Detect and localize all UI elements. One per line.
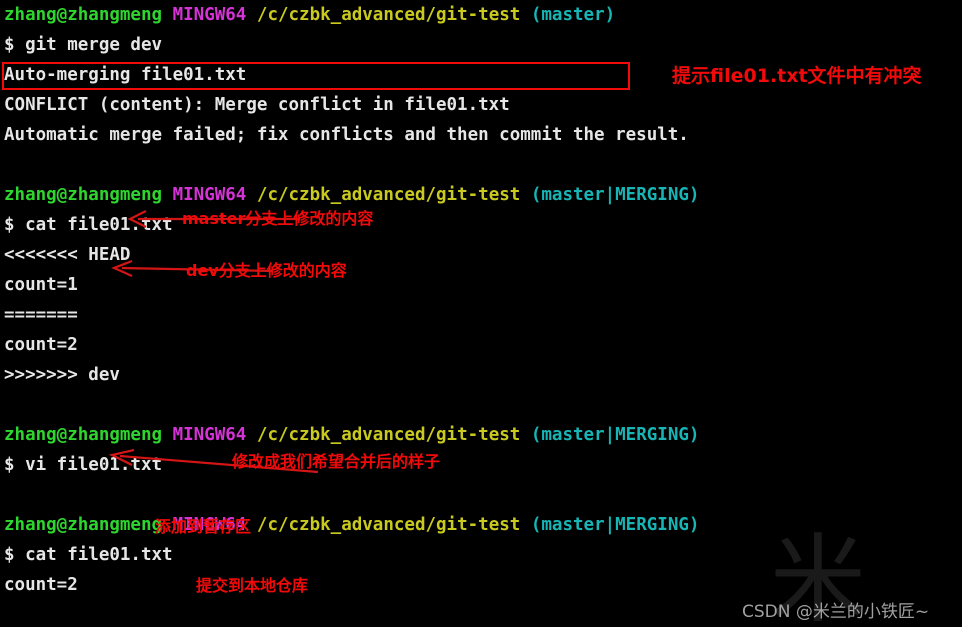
terminal-output: zhang@zhangmeng MINGW64 /c/czbk_advanced… (4, 0, 962, 627)
output-line: count=2 (4, 335, 78, 355)
command-line: $ cat file01.txt (4, 215, 173, 235)
prompt-line: zhang@zhangmeng MINGW64 /c/czbk_advanced… (4, 0, 962, 30)
prompt-host: MINGW64 (172, 185, 247, 205)
prompt-branch: (master|MERGING) (530, 425, 700, 445)
prompt-path: /c/czbk_advanced/git-test (256, 425, 521, 445)
prompt-path: /c/czbk_advanced/git-test (256, 515, 521, 535)
terminal-window: 米 zhang@zhangmeng MINGW64 /c/czbk_advanc… (0, 0, 962, 627)
output-line: ======= (4, 305, 78, 325)
prompt-user: zhang@zhangmeng (4, 5, 163, 25)
prompt-host: MINGW64 (172, 5, 247, 25)
prompt-host: MINGW64 (172, 425, 247, 445)
command-line: $ vi file01.txt (4, 455, 163, 475)
prompt-line: zhang@zhangmeng MINGW64 /c/czbk_advanced… (4, 420, 962, 450)
prompt-branch: (master|MERGING) (530, 515, 700, 535)
prompt-branch: (master) (530, 5, 616, 25)
output-line: count=1 (4, 275, 78, 295)
prompt-host: MINGW64 (172, 515, 247, 535)
output-line: >>>>>>> dev (4, 365, 120, 385)
command-line: $ cat file01.txt (4, 545, 173, 565)
output-line: <<<<<<< HEAD (4, 245, 131, 265)
prompt-line: zhang@zhangmeng MINGW64 /c/czbk_advanced… (4, 180, 962, 210)
output-line: count=2 (4, 575, 78, 595)
prompt-path: /c/czbk_advanced/git-test (256, 185, 521, 205)
prompt-line: zhang@zhangmeng MINGW64 /c/czbk_advanced… (4, 510, 962, 540)
csdn-watermark: CSDN @米兰的小铁匠~ (742, 602, 930, 622)
output-line: Automatic merge failed; fix conflicts an… (4, 125, 689, 145)
prompt-path: /c/czbk_advanced/git-test (256, 5, 521, 25)
prompt-user: zhang@zhangmeng (4, 185, 163, 205)
command-line: $ git merge dev (4, 35, 163, 55)
output-line-conflict: CONFLICT (content): Merge conflict in fi… (4, 95, 510, 115)
prompt-user: zhang@zhangmeng (4, 425, 163, 445)
prompt-user: zhang@zhangmeng (4, 515, 163, 535)
output-line: Auto-merging file01.txt (4, 65, 247, 85)
prompt-branch: (master|MERGING) (530, 185, 700, 205)
